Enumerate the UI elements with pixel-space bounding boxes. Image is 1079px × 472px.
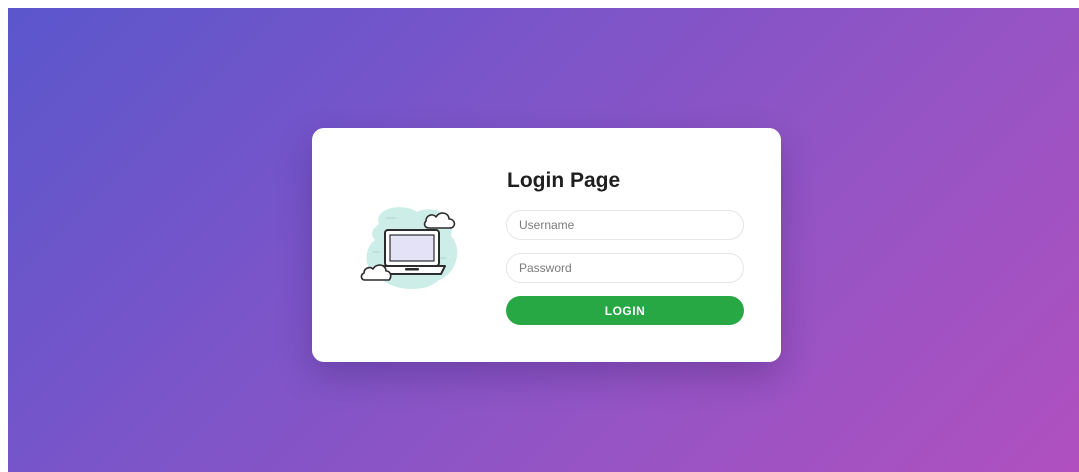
login-button[interactable]: LOGIN (506, 296, 744, 325)
login-card: Login Page LOGIN (312, 128, 781, 362)
username-input[interactable] (506, 210, 744, 240)
login-page-background: Login Page LOGIN (8, 8, 1079, 472)
password-input[interactable] (506, 253, 744, 283)
page-title: Login Page (507, 169, 621, 192)
laptop-with-clouds-icon (360, 207, 458, 290)
